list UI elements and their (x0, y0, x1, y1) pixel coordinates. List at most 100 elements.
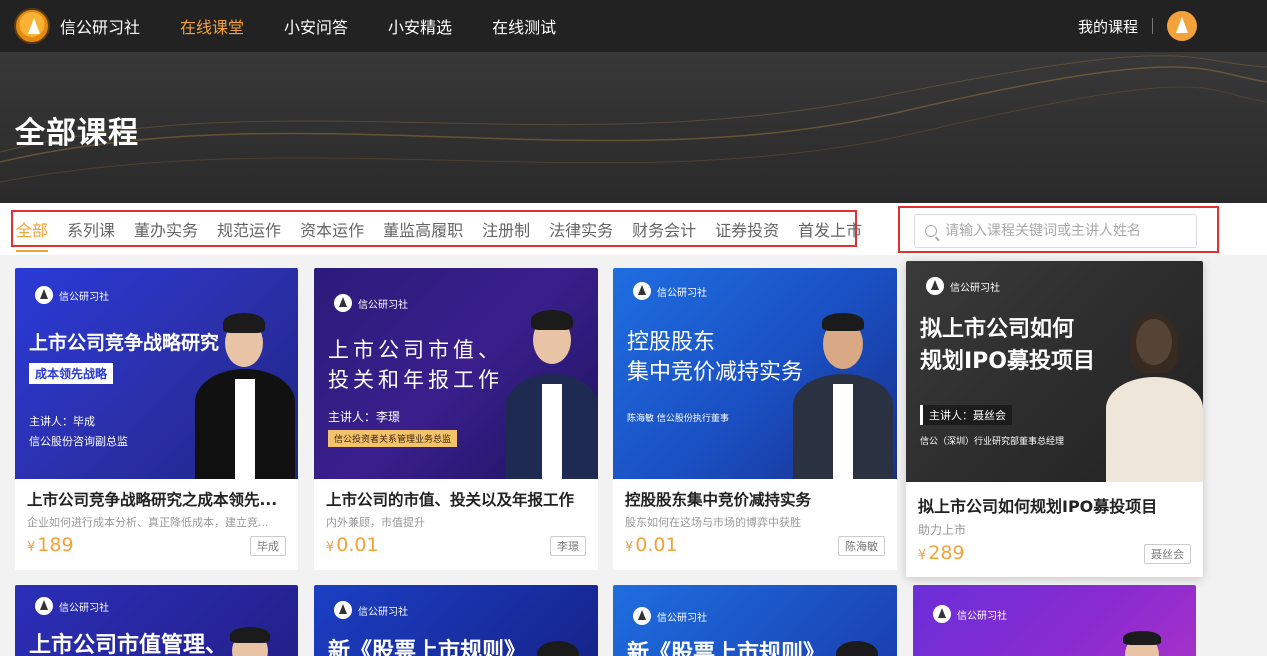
lecturer-badge: 李璟 (550, 536, 586, 556)
course-card[interactable]: 信公研习社 上市公司市值、 投关和年报工作 主讲人：李璟 信公投资者关系管理业务… (314, 268, 598, 570)
tab-capital-ops[interactable]: 资本运作 (300, 217, 364, 241)
thumb-title-line: 控股股东 (627, 330, 716, 355)
thumb-brand-text: 信公研习社 (657, 612, 707, 624)
tab-registration[interactable]: 注册制 (482, 217, 530, 241)
lecturer-photo (506, 304, 598, 479)
thumb-title-line: 集中竞价减持实务 (627, 360, 804, 385)
brand-logo-icon (35, 597, 53, 615)
lecturer-photo (1106, 307, 1203, 482)
course-thumbnail: 信公研习社 控股股东 集中竞价减持实务 陈海敏 信公股份执行董事 (613, 268, 897, 479)
search-field[interactable] (914, 214, 1197, 248)
course-price: ¥189 (27, 534, 74, 556)
nav-right: 我的课程 (1078, 0, 1197, 52)
thumb-brand: 信公研习社 (627, 607, 707, 625)
card-bottom: ¥289 聂丝会 (918, 542, 1191, 566)
tab-compliance[interactable]: 规范运作 (217, 217, 281, 241)
thumb-brand-text: 信公研习社 (657, 287, 707, 299)
price-value: 189 (37, 534, 74, 556)
brand-logo-icon (334, 294, 352, 312)
course-thumbnail: 信公研习社 上市公司市值、 投关和年报工作 主讲人：李璟 信公投资者关系管理业务… (314, 268, 598, 479)
course-subtitle: 助力上市 (918, 523, 967, 537)
brand-logo-icon (933, 605, 951, 623)
thumb-brand-text: 信公研习社 (957, 610, 1007, 622)
user-avatar-icon[interactable] (1167, 11, 1197, 41)
thumb-brand: 信公研习社 (328, 601, 408, 619)
course-thumbnail: 信公研习社 新《股票上市规则》 (613, 585, 897, 656)
course-card[interactable]: 信公研习社 上市公司竞争战略研究 成本领先战略 主讲人：毕成 信公股份咨询副总监… (15, 268, 298, 570)
thumb-title: 新《股票上市规则》 (627, 641, 826, 656)
course-thumbnail: 信公研习社 上市公司市值管理、 (15, 585, 298, 656)
thumb-title-line: 投关和年报工作 (328, 368, 503, 392)
course-card[interactable]: 信公研习社 新《股票上市规则》 (613, 585, 897, 656)
thumb-tag: 主讲人：聂丝会 (920, 405, 1012, 425)
top-navigation: 信公研习社 在线课堂 小安问答 小安精选 在线测试 我的课程 (0, 0, 1267, 52)
course-title[interactable]: 上市公司的市值、投关以及年报工作 (326, 488, 586, 510)
card-bottom: ¥189 毕成 (27, 534, 286, 558)
course-card[interactable]: 信公研习社 上市公司市值管理、 (15, 585, 298, 656)
course-card[interactable]: 信公研习社 新《股票上市规则》 (314, 585, 598, 656)
lecturer-badge: 聂丝会 (1144, 544, 1191, 564)
course-card[interactable]: 信公研习社 拟上市公司如何 规划IPO募投项目 主讲人：聂丝会 信公（深圳）行业… (906, 261, 1203, 577)
card-info: 上市公司竞争战略研究之成本领先... 企业如何进行成本分析、真正降低成本，建立竞… (15, 479, 298, 558)
nav-item-qa[interactable]: 小安问答 (284, 14, 348, 38)
brand-name: 信公研习社 (60, 18, 141, 37)
thumb-title-line: 规划IPO募投项目 (920, 349, 1096, 374)
tab-board-office[interactable]: 董办实务 (134, 217, 198, 241)
page-title: 全部课程 (15, 116, 139, 151)
lecturer-photo (529, 635, 589, 656)
course-title[interactable]: 上市公司竞争战略研究之成本领先... (27, 488, 286, 510)
thumb-brand: 信公研习社 (920, 277, 1000, 295)
card-info: 拟上市公司如何规划IPO募投项目 助力上市 ¥289 聂丝会 (906, 482, 1203, 566)
thumb-brand: 信公研习社 (29, 286, 109, 304)
lecturer-photo (195, 309, 295, 479)
thumb-tag: 成本领先战略 (29, 363, 114, 384)
brand-logo-icon (633, 607, 651, 625)
currency-symbol: ¥ (27, 540, 36, 555)
tab-series[interactable]: 系列课 (67, 217, 115, 241)
course-subtitle: 企业如何进行成本分析、真正降低成本，建立竞... (27, 516, 269, 529)
lecturer-photo (793, 309, 893, 479)
thumb-brand: 信公研习社 (328, 294, 408, 312)
tab-legal[interactable]: 法律实务 (549, 217, 613, 241)
brand-logo-icon (334, 601, 352, 619)
tab-all[interactable]: 全部 (16, 217, 49, 252)
my-courses-link[interactable]: 我的课程 (1078, 16, 1138, 37)
lecturer-badge: 毕成 (250, 536, 286, 556)
course-subtitle: 内外兼顾，市值提升 (326, 516, 425, 529)
category-tabs: 全部 系列课 董办实务 规范运作 资本运作 董监高履职 注册制 法律实务 财务会… (11, 210, 862, 252)
main-menu: 在线课堂 小安问答 小安精选 在线测试 (180, 14, 596, 38)
course-price: ¥0.01 (625, 534, 678, 556)
thumb-lecturer-title: 信公股份咨询副总监 (29, 435, 128, 448)
thumb-brand-text: 信公研习社 (59, 602, 109, 614)
currency-symbol: ¥ (918, 548, 927, 563)
tab-securities[interactable]: 证券投资 (715, 217, 779, 241)
nav-item-online-test[interactable]: 在线测试 (492, 14, 556, 38)
price-value: 289 (928, 542, 965, 564)
course-card[interactable]: 信公研习社 控股股东 集中竞价减持实务 陈海敏 信公股份执行董事 控股股东集中竞… (613, 268, 897, 570)
course-thumbnail: 信公研习社 (913, 585, 1196, 656)
tab-ipo[interactable]: 首发上市 (798, 217, 862, 241)
thumb-title: 上市公司竞争战略研究 (29, 332, 220, 354)
thumb-brand: 信公研习社 (627, 282, 707, 300)
hero-banner: 全部课程 (0, 52, 1267, 203)
thumb-lecturer-title: 信公（深圳）行业研究部董事总经理 (920, 437, 1065, 447)
brand[interactable]: 信公研习社 (14, 0, 140, 52)
card-info: 控股股东集中竞价减持实务 股东如何在这场与市场的博弈中获胜 ¥0.01 陈海敏 (613, 479, 897, 558)
thumb-tag: 信公投资者关系管理业务总监 (328, 430, 458, 447)
tab-director-duties[interactable]: 董监高履职 (383, 217, 463, 241)
thumb-brand-text: 信公研习社 (358, 606, 408, 618)
currency-symbol: ¥ (326, 540, 335, 555)
thumb-brand: 信公研习社 (927, 605, 1007, 623)
nav-item-online-class[interactable]: 在线课堂 (180, 14, 244, 38)
lecturer-badge: 陈海敏 (838, 536, 885, 556)
tab-finance[interactable]: 财务会计 (632, 217, 696, 241)
thumb-lecturer: 主讲人：李璟 (328, 410, 401, 424)
card-bottom: ¥0.01 陈海敏 (625, 534, 885, 558)
search-input[interactable] (945, 223, 1185, 239)
nav-item-featured[interactable]: 小安精选 (388, 14, 452, 38)
course-title[interactable]: 拟上市公司如何规划IPO募投项目 (918, 493, 1191, 517)
brand-logo-icon (926, 277, 944, 295)
course-title[interactable]: 控股股东集中竞价减持实务 (625, 488, 885, 510)
thumb-title-line: 上市公司市值、 (328, 338, 503, 362)
course-card[interactable]: 信公研习社 (913, 585, 1196, 656)
